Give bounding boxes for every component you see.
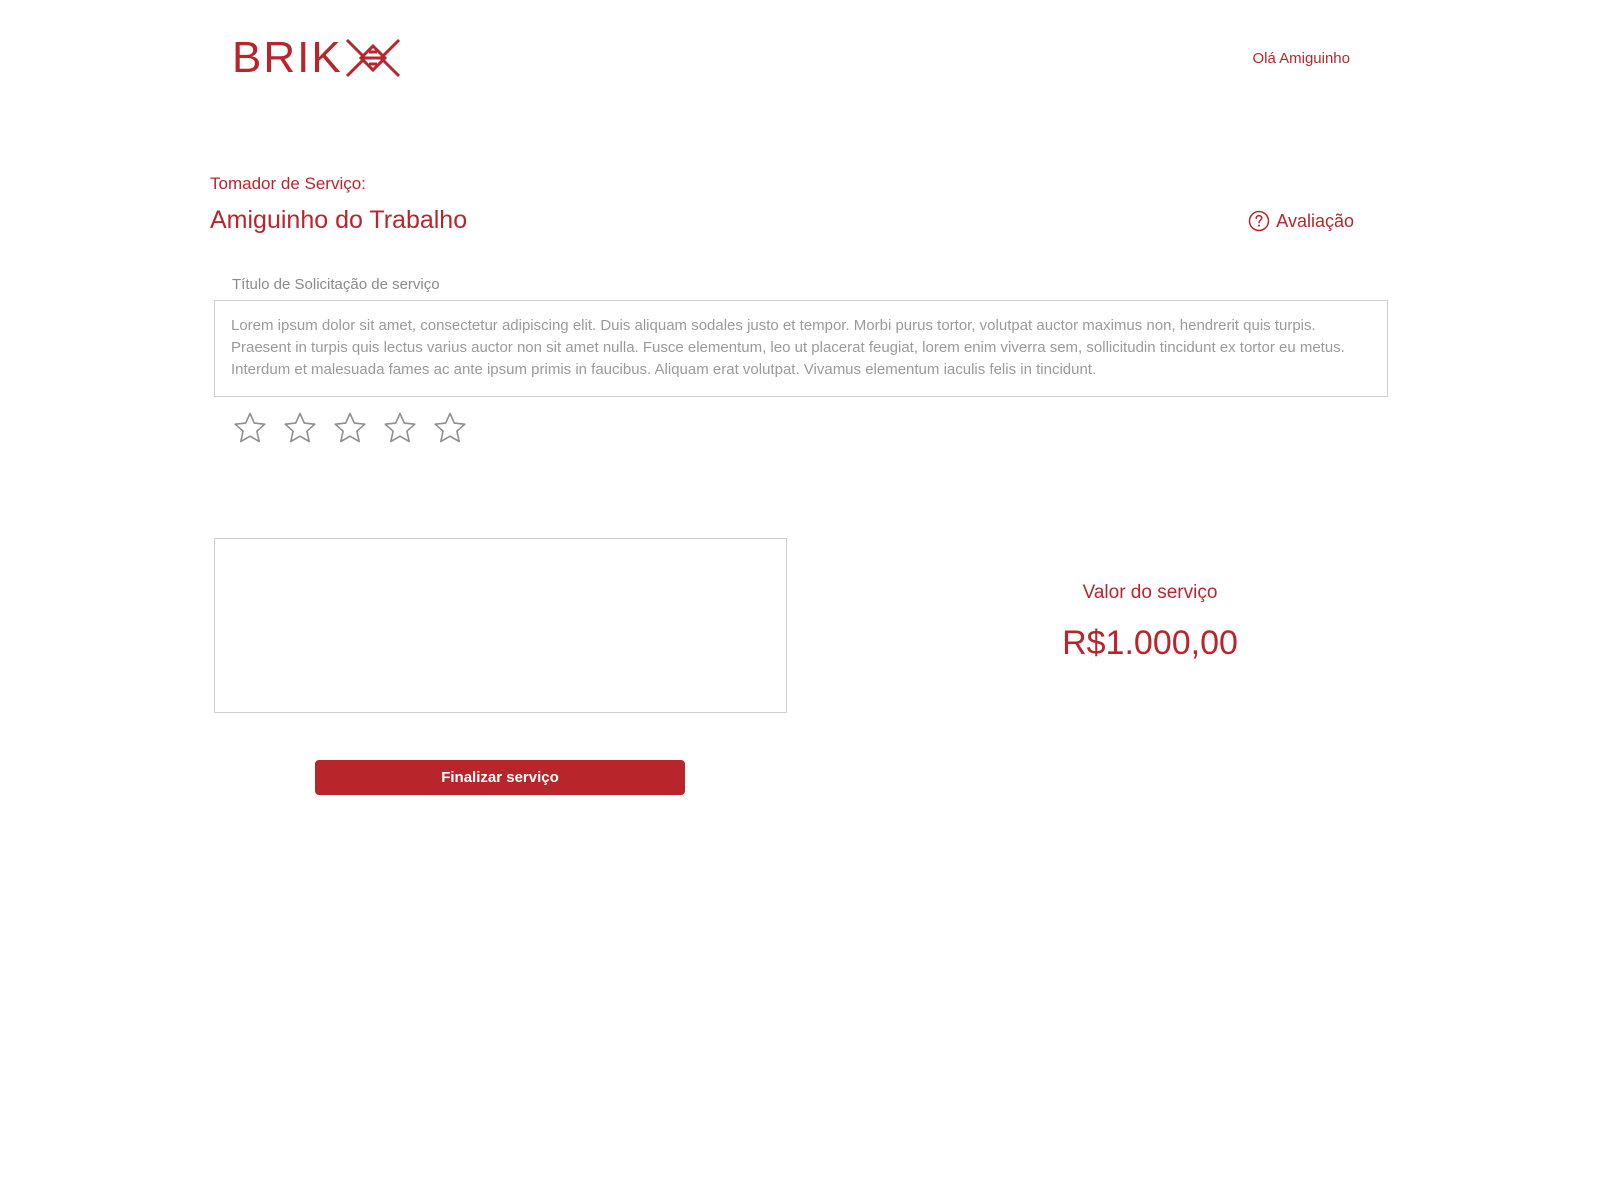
request-description: Lorem ipsum dolor sit amet, consectetur … [214,300,1388,397]
brand-logo[interactable]: BRIK [232,33,403,82]
logo-text: BRIK [232,33,343,82]
evaluation-link[interactable]: Avaliação [1248,210,1354,232]
logo-emblem-icon [345,38,400,78]
star-outline-icon[interactable] [233,411,267,445]
help-circle-icon [1249,210,1270,232]
service-value-caption: Valor do serviço [1082,582,1218,603]
service-value-amount: R$1.000,00 [1062,624,1238,662]
star-outline-icon[interactable] [333,411,367,445]
user-greeting[interactable]: Olá Amiguinho [1252,50,1350,67]
star-outline-icon[interactable] [433,411,467,445]
star-outline-icon[interactable] [383,411,417,445]
client-name: Amiguinho do Trabalho [210,206,468,234]
star-outline-icon[interactable] [283,411,317,445]
finish-service-button[interactable]: Finalizar serviço [315,760,685,795]
client-caption: Tomador de Serviço: [210,174,366,193]
star-rating [233,411,467,445]
request-title: Título de Solicitação de serviço [232,276,440,293]
comment-textarea[interactable] [214,538,787,713]
evaluation-label: Avaliação [1276,210,1354,231]
